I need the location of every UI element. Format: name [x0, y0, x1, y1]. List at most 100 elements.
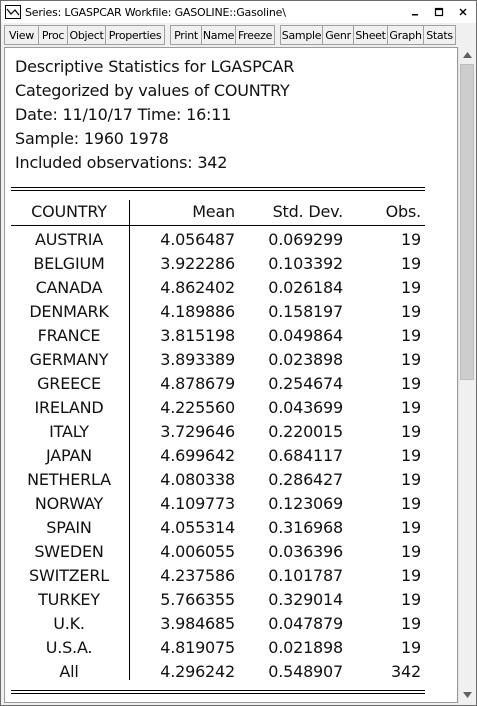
- cell-obs: 19: [401, 518, 421, 537]
- table-row: CANADA 4.862402 0.026184 19: [11, 276, 425, 300]
- close-icon[interactable]: [454, 3, 472, 21]
- cell-country: CANADA: [35, 278, 103, 297]
- cell-country: NORWAY: [34, 494, 104, 513]
- cell-obs: 342: [391, 662, 421, 681]
- cell-std-dev: 0.220015: [268, 422, 343, 441]
- cell-obs: 19: [401, 230, 421, 249]
- cell-mean: 3.729646: [160, 422, 235, 441]
- cell-obs: 19: [401, 326, 421, 345]
- cell-std-dev: 0.023898: [268, 350, 343, 369]
- scroll-up-arrow-icon[interactable]: [459, 47, 475, 63]
- cell-country: All: [59, 662, 79, 681]
- header-mean: Mean: [192, 202, 235, 221]
- table-row: FRANCE 3.815198 0.049864 19: [11, 324, 425, 348]
- eviews-series-icon: [5, 5, 21, 19]
- cell-obs: 19: [401, 566, 421, 585]
- output-view[interactable]: Descriptive Statistics for LGASPCAR Cate…: [4, 47, 458, 703]
- cell-mean: 4.878679: [160, 374, 235, 393]
- scrollbar-thumb[interactable]: [460, 64, 474, 380]
- properties-button[interactable]: Properties: [105, 25, 165, 45]
- cell-obs: 19: [401, 614, 421, 633]
- cell-country: DENMARK: [29, 302, 109, 321]
- title-bar[interactable]: Series: LGASPCAR Workfile: GASOLINE::Gas…: [1, 1, 476, 23]
- cell-mean: 5.766355: [160, 590, 235, 609]
- cell-country: GREECE: [37, 374, 101, 393]
- cell-country: SWITZERL: [29, 566, 109, 585]
- scroll-down-arrow-icon[interactable]: [459, 687, 475, 703]
- table-row: ITALY 3.729646 0.220015 19: [11, 420, 425, 444]
- cell-obs: 19: [401, 638, 421, 657]
- minimize-icon[interactable]: [406, 3, 424, 21]
- cell-obs: 19: [401, 374, 421, 393]
- cell-std-dev: 0.286427: [268, 470, 343, 489]
- cell-std-dev: 0.254674: [268, 374, 343, 393]
- table-top-rule: [11, 187, 425, 191]
- object-button[interactable]: Object: [67, 25, 106, 45]
- cell-obs: 19: [401, 590, 421, 609]
- toolbar: View Proc Object Properties Print Name F…: [4, 24, 473, 46]
- genr-button[interactable]: Genr: [322, 25, 354, 45]
- cell-country: NETHERLA: [27, 470, 111, 489]
- table-row: GREECE 4.878679 0.254674 19: [11, 372, 425, 396]
- graph-button[interactable]: Graph: [387, 25, 424, 45]
- cell-mean: 4.237586: [160, 566, 235, 585]
- table-row: All 4.296242 0.548907 342: [11, 660, 425, 684]
- sheet-button[interactable]: Sheet: [353, 25, 388, 45]
- cell-country: JAPAN: [46, 446, 92, 465]
- vertical-scrollbar[interactable]: [458, 47, 475, 705]
- cell-std-dev: 0.329014: [268, 590, 343, 609]
- cell-std-dev: 0.043699: [268, 398, 343, 417]
- cell-mean: 4.109773: [160, 494, 235, 513]
- cell-obs: 19: [401, 302, 421, 321]
- cell-std-dev: 0.026184: [268, 278, 343, 297]
- table-row: AUSTRIA 4.056487 0.069299 19: [11, 228, 425, 252]
- series-window: Series: LGASPCAR Workfile: GASOLINE::Gas…: [0, 0, 477, 706]
- cell-country: IRELAND: [34, 398, 104, 417]
- cell-std-dev: 0.103392: [268, 254, 343, 273]
- table-row: JAPAN 4.699642 0.684117 19: [11, 444, 425, 468]
- cell-mean: 3.984685: [160, 614, 235, 633]
- cell-std-dev: 0.047879: [268, 614, 343, 633]
- cell-obs: 19: [401, 446, 421, 465]
- cell-mean: 3.815198: [160, 326, 235, 345]
- cell-std-dev: 0.123069: [268, 494, 343, 513]
- table-row: BELGIUM 3.922286 0.103392 19: [11, 252, 425, 276]
- print-button[interactable]: Print: [170, 25, 202, 45]
- cell-std-dev: 0.158197: [268, 302, 343, 321]
- header-rule: [11, 225, 425, 226]
- cell-obs: 19: [401, 422, 421, 441]
- table-row: NETHERLA 4.080338 0.286427 19: [11, 468, 425, 492]
- table-row: U.S.A. 4.819075 0.021898 19: [11, 636, 425, 660]
- cell-obs: 19: [401, 278, 421, 297]
- cell-country: U.S.A.: [45, 638, 93, 657]
- cell-mean: 4.055314: [160, 518, 235, 537]
- name-button[interactable]: Name: [201, 25, 236, 45]
- sample-button[interactable]: Sample: [280, 25, 323, 45]
- cell-obs: 19: [401, 494, 421, 513]
- header-country: COUNTRY: [31, 202, 107, 221]
- cell-country: SWEDEN: [34, 542, 104, 561]
- stats-button[interactable]: Stats: [423, 25, 456, 45]
- view-button[interactable]: View: [4, 25, 39, 45]
- cell-mean: 4.862402: [160, 278, 235, 297]
- cell-obs: 19: [401, 470, 421, 489]
- cell-obs: 19: [401, 542, 421, 561]
- table-row: GERMANY 3.893389 0.023898 19: [11, 348, 425, 372]
- cell-country: FRANCE: [37, 326, 101, 345]
- cell-std-dev: 0.101787: [268, 566, 343, 585]
- cell-country: GERMANY: [29, 350, 109, 369]
- table-row: TURKEY 5.766355 0.329014 19: [11, 588, 425, 612]
- maximize-icon[interactable]: [430, 3, 448, 21]
- table-row: SWEDEN 4.006055 0.036396 19: [11, 540, 425, 564]
- cell-obs: 19: [401, 398, 421, 417]
- table-row: SWITZERL 4.237586 0.101787 19: [11, 564, 425, 588]
- output-categorized-by: Categorized by values of COUNTRY: [15, 81, 290, 100]
- cell-country: TURKEY: [38, 590, 100, 609]
- header-obs: Obs.: [385, 202, 422, 221]
- proc-button[interactable]: Proc: [38, 25, 68, 45]
- output-sample: Sample: 1960 1978: [15, 129, 169, 148]
- cell-mean: 3.893389: [160, 350, 235, 369]
- header-std-dev: Std. Dev.: [272, 202, 344, 221]
- cell-std-dev: 0.548907: [268, 662, 343, 681]
- freeze-button[interactable]: Freeze: [235, 25, 275, 45]
